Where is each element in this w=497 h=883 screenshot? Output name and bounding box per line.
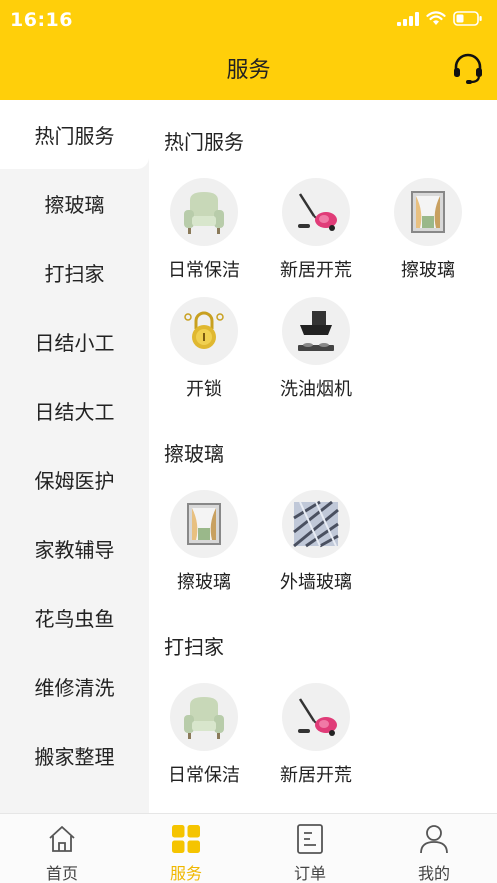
sidebar-item-repair-cleaning[interactable]: 维修清洗 bbox=[0, 652, 149, 721]
service-label: 擦玻璃 bbox=[177, 572, 231, 593]
bottom-tab-bar: 首页 服务 订单 我的 bbox=[0, 813, 497, 883]
glass-wall-icon bbox=[282, 490, 350, 558]
sidebar-item-label: 保姆医护 bbox=[34, 469, 115, 493]
tab-label: 订单 bbox=[293, 864, 326, 883]
sidebar-item-label: 家教辅导 bbox=[34, 538, 115, 562]
sidebar-item-label: 打扫家 bbox=[44, 262, 105, 286]
signal-icon bbox=[397, 11, 419, 26]
status-icons bbox=[397, 11, 483, 26]
sidebar-item-pets-plants[interactable]: 花鸟虫鱼 bbox=[0, 583, 149, 652]
sidebar-item-label: 日结小工 bbox=[34, 331, 115, 355]
service-item[interactable]: 新居开荒 bbox=[261, 683, 371, 793]
status-bar: 16:16 bbox=[0, 0, 497, 44]
sidebar-item-label: 维修清洗 bbox=[34, 676, 115, 700]
service-item[interactable]: 日常保洁 bbox=[149, 683, 259, 793]
service-label: 日常保洁 bbox=[168, 765, 240, 786]
range-hood-icon bbox=[282, 297, 350, 365]
service-item[interactable]: 开锁 bbox=[149, 297, 259, 407]
tab-label: 服务 bbox=[169, 864, 202, 883]
sidebar-item-daily-laborer[interactable]: 日结大工 bbox=[0, 376, 149, 445]
category-sidebar: 热门服务 擦玻璃 打扫家 日结小工 日结大工 保姆医护 家教辅导 花鸟虫鱼 维修… bbox=[0, 100, 149, 813]
window-icon bbox=[394, 178, 462, 246]
tab-label: 我的 bbox=[417, 864, 450, 883]
tab-services[interactable]: 服务 bbox=[124, 814, 248, 883]
armchair-icon bbox=[170, 683, 238, 751]
service-item[interactable]: 擦玻璃 bbox=[373, 178, 483, 288]
headset-support-icon[interactable] bbox=[451, 52, 485, 86]
service-label: 新居开荒 bbox=[280, 260, 352, 281]
vacuum-cleaner-icon bbox=[282, 683, 350, 751]
window-icon bbox=[170, 490, 238, 558]
service-content: 热门服务 日常保洁 新居开荒 擦玻璃 开锁 洗油烟机 擦玻璃 擦玻璃 外墙玻璃 … bbox=[149, 100, 497, 813]
battery-icon bbox=[453, 11, 482, 26]
tab-profile[interactable]: 我的 bbox=[372, 814, 496, 883]
grid-icon bbox=[172, 825, 200, 853]
user-icon bbox=[420, 825, 448, 854]
sidebar-item-window-cleaning[interactable]: 擦玻璃 bbox=[0, 169, 149, 238]
header: 16:16 服务 bbox=[0, 0, 497, 100]
tab-orders[interactable]: 订单 bbox=[248, 814, 372, 883]
sidebar-item-moving[interactable]: 搬家整理 bbox=[0, 721, 149, 790]
service-item[interactable]: 新居开荒 bbox=[261, 178, 371, 288]
service-label: 日常保洁 bbox=[168, 260, 240, 281]
home-icon bbox=[49, 826, 75, 852]
service-label: 洗油烟机 bbox=[280, 379, 352, 400]
section-title: 打扫家 bbox=[164, 635, 224, 659]
service-label: 外墙玻璃 bbox=[280, 572, 352, 593]
sidebar-item-daily-helper[interactable]: 日结小工 bbox=[0, 307, 149, 376]
service-item[interactable]: 洗油烟机 bbox=[261, 297, 371, 407]
armchair-icon bbox=[170, 178, 238, 246]
sidebar-item-label: 热门服务 bbox=[34, 124, 115, 148]
service-item[interactable]: 外墙玻璃 bbox=[261, 490, 371, 600]
sidebar-item-house-cleaning[interactable]: 打扫家 bbox=[0, 238, 149, 307]
vacuum-cleaner-icon bbox=[282, 178, 350, 246]
order-icon bbox=[297, 824, 323, 854]
sidebar-item-label: 擦玻璃 bbox=[44, 193, 105, 217]
service-label: 新居开荒 bbox=[280, 765, 352, 786]
section-title: 热门服务 bbox=[164, 130, 244, 154]
page-title: 服务 bbox=[226, 58, 271, 83]
service-label: 擦玻璃 bbox=[401, 260, 455, 281]
sidebar-item-label: 日结大工 bbox=[34, 400, 115, 424]
padlock-icon bbox=[170, 297, 238, 365]
tab-home[interactable]: 首页 bbox=[0, 814, 124, 883]
tab-label: 首页 bbox=[45, 864, 78, 883]
service-item[interactable]: 日常保洁 bbox=[149, 178, 259, 288]
sidebar-item-nanny-care[interactable]: 保姆医护 bbox=[0, 445, 149, 514]
sidebar-item-hot-services[interactable]: 热门服务 bbox=[0, 100, 149, 169]
service-item[interactable]: 擦玻璃 bbox=[149, 490, 259, 600]
status-time: 16:16 bbox=[10, 9, 73, 31]
sidebar-item-label: 花鸟虫鱼 bbox=[34, 607, 115, 631]
wifi-icon bbox=[426, 11, 446, 25]
service-label: 开锁 bbox=[186, 379, 222, 400]
sidebar-item-label: 搬家整理 bbox=[34, 745, 115, 769]
section-title: 擦玻璃 bbox=[164, 442, 224, 466]
sidebar-item-tutoring[interactable]: 家教辅导 bbox=[0, 514, 149, 583]
